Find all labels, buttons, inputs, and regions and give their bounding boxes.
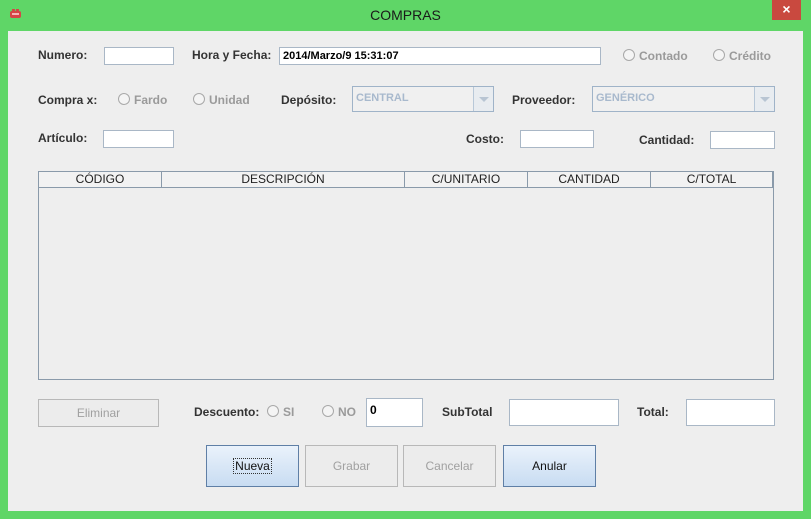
contado-label: Contado bbox=[639, 49, 688, 63]
radio-circle-icon bbox=[623, 49, 635, 61]
fardo-label: Fardo bbox=[134, 93, 168, 107]
descuento-label: Descuento: bbox=[194, 405, 260, 419]
unidad-radio[interactable]: Unidad bbox=[193, 92, 250, 108]
eliminar-button[interactable]: Eliminar bbox=[38, 399, 159, 427]
table-header: CÓDIGO DESCRIPCIÓN C/UNITARIO CANTIDAD C… bbox=[39, 172, 773, 189]
cantidad-label: Cantidad: bbox=[639, 133, 695, 147]
fardo-radio[interactable]: Fardo bbox=[118, 92, 167, 108]
deposito-label: Depósito: bbox=[281, 93, 337, 107]
radio-circle-icon bbox=[322, 405, 334, 417]
deposito-select[interactable]: CENTRAL bbox=[352, 86, 494, 112]
title-bar[interactable]: COMPRAS × bbox=[0, 0, 811, 31]
column-header-codigo[interactable]: CÓDIGO bbox=[39, 172, 162, 188]
compra-x-label: Compra x: bbox=[38, 93, 98, 107]
column-header-c-unitario[interactable]: C/UNITARIO bbox=[405, 172, 528, 188]
proveedor-dropdown-button[interactable] bbox=[754, 87, 774, 111]
app-window: COMPRAS × Numero: Hora y Fecha: 2014/Mar… bbox=[0, 0, 811, 519]
radio-circle-icon bbox=[118, 93, 130, 105]
close-button[interactable]: × bbox=[772, 0, 801, 20]
column-header-c-total[interactable]: C/TOTAL bbox=[651, 172, 773, 188]
deposito-value: CENTRAL bbox=[356, 92, 409, 104]
articulo-input[interactable] bbox=[103, 130, 174, 148]
anular-button[interactable]: Anular bbox=[503, 445, 596, 487]
subtotal-input[interactable] bbox=[509, 399, 619, 426]
total-label: Total: bbox=[637, 405, 669, 419]
cantidad-input[interactable] bbox=[710, 131, 775, 149]
credito-label: Crédito bbox=[729, 49, 771, 63]
chevron-down-icon bbox=[479, 97, 489, 102]
hora-fecha-input[interactable]: 2014/Marzo/9 15:31:07 bbox=[279, 47, 601, 65]
total-input[interactable] bbox=[686, 399, 775, 426]
radio-circle-icon bbox=[713, 49, 725, 61]
numero-input[interactable] bbox=[104, 47, 174, 65]
chevron-down-icon bbox=[760, 97, 770, 102]
column-header-descripcion[interactable]: DESCRIPCIÓN bbox=[162, 172, 405, 188]
window-title: COMPRAS bbox=[370, 7, 441, 23]
si-label: SI bbox=[283, 405, 295, 419]
form-panel: Numero: Hora y Fecha: 2014/Marzo/9 15:31… bbox=[8, 31, 803, 511]
subtotal-label: SubTotal bbox=[442, 405, 493, 419]
unidad-label: Unidad bbox=[209, 93, 250, 107]
deposito-dropdown-button[interactable] bbox=[473, 87, 493, 111]
compras-table[interactable]: CÓDIGO DESCRIPCIÓN C/UNITARIO CANTIDAD C… bbox=[38, 171, 774, 380]
descuento-si-radio[interactable]: SI bbox=[267, 404, 294, 420]
articulo-label: Artículo: bbox=[38, 131, 88, 145]
cancelar-button[interactable]: Cancelar bbox=[403, 445, 496, 487]
contado-radio[interactable]: Contado bbox=[623, 48, 688, 64]
proveedor-label: Proveedor: bbox=[512, 93, 576, 107]
nueva-button[interactable]: Nueva bbox=[206, 445, 299, 487]
radio-circle-icon bbox=[267, 405, 279, 417]
grabar-button[interactable]: Grabar bbox=[305, 445, 398, 487]
descuento-no-radio[interactable]: NO bbox=[322, 404, 356, 420]
credito-radio[interactable]: Crédito bbox=[713, 48, 771, 64]
no-label: NO bbox=[338, 405, 356, 419]
descuento-input[interactable]: 0 bbox=[366, 398, 423, 427]
column-header-cantidad[interactable]: CANTIDAD bbox=[528, 172, 651, 188]
nueva-label: Nueva bbox=[233, 458, 272, 474]
costo-label: Costo: bbox=[466, 132, 504, 146]
proveedor-value: GENÉRICO bbox=[596, 92, 655, 104]
costo-input[interactable] bbox=[520, 130, 594, 148]
numero-label: Numero: bbox=[38, 48, 88, 62]
proveedor-select[interactable]: GENÉRICO bbox=[592, 86, 775, 112]
radio-circle-icon bbox=[193, 93, 205, 105]
hora-fecha-label: Hora y Fecha: bbox=[192, 48, 272, 62]
